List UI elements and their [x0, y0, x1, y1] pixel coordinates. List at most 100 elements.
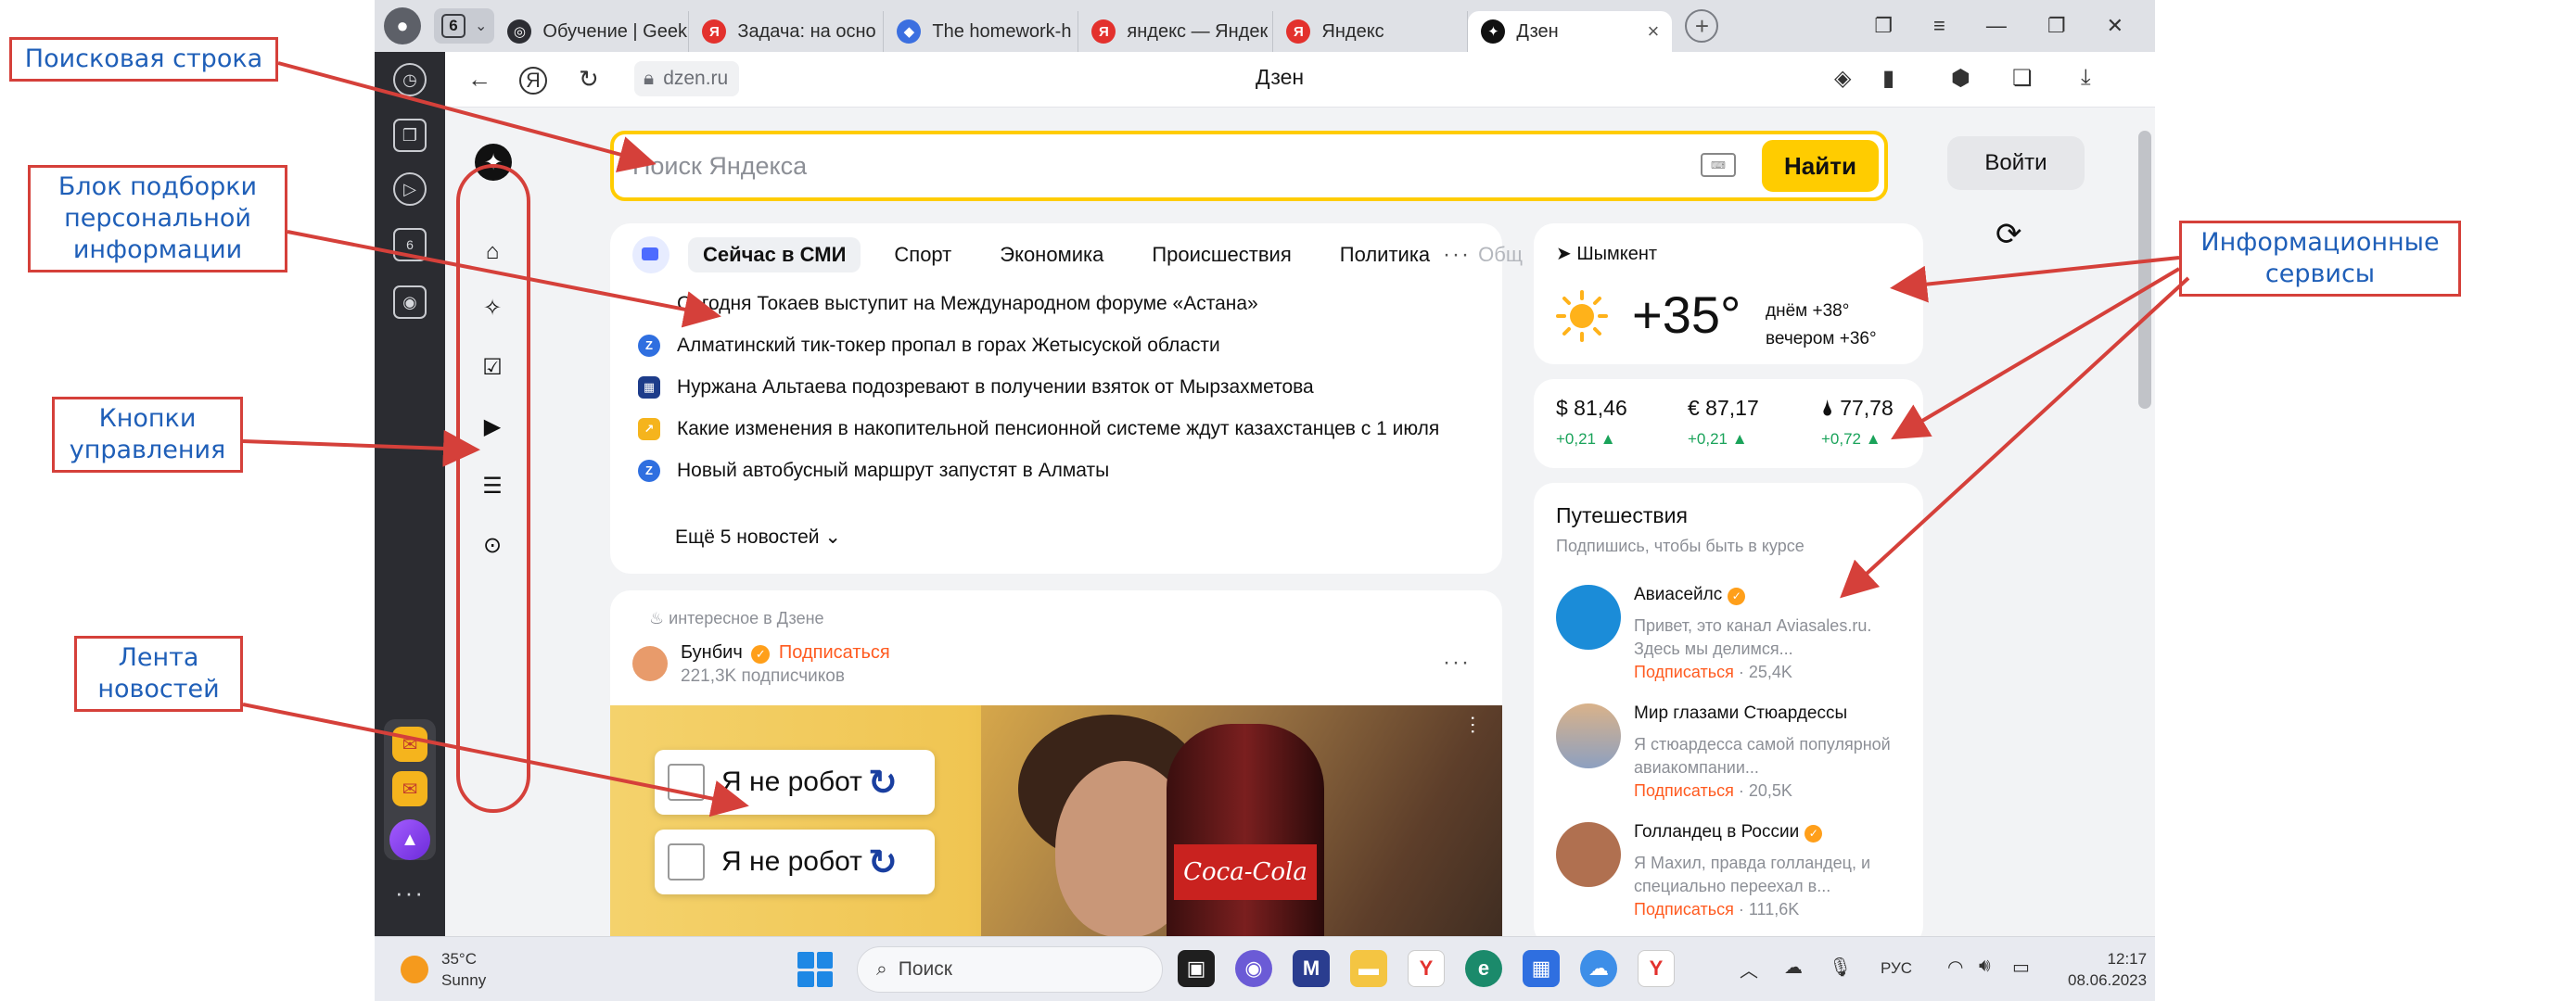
alice-icon[interactable]: ▲: [389, 819, 430, 860]
bookmarks-panel-icon[interactable]: ❐: [1874, 14, 1893, 38]
collections-icon[interactable]: ❏: [2012, 65, 2033, 92]
news-item[interactable]: Сегодня Токаев выступит на Международном…: [638, 290, 1454, 318]
annotation-info-services: Информационные сервисы: [2179, 221, 2461, 297]
news-item[interactable]: ↗ Какие изменения в накопительной пенсио…: [638, 415, 1454, 443]
subscribe-button[interactable]: Подписаться: [1634, 781, 1734, 800]
wifi-icon[interactable]: ◠: [1947, 956, 1963, 979]
tab-news-sport[interactable]: Спорт: [879, 237, 966, 272]
download-icon[interactable]: ⤓: [2081, 65, 2091, 91]
video-icon[interactable]: ▶: [477, 411, 508, 442]
rate-change: +0,21 ▲: [1556, 430, 1616, 448]
taskbar-weather[interactable]: 35°C Sunny: [401, 948, 486, 991]
tab-news-incidents[interactable]: Происшествия: [1137, 237, 1306, 272]
tab-news-society[interactable]: Общ: [1463, 237, 1537, 272]
captcha-text: Я не робот: [721, 767, 862, 797]
weather-widget[interactable]: ➤ Шымкент +35° днём +38° вечером +36°: [1534, 223, 1923, 364]
protect-icon[interactable]: ◈: [1834, 65, 1851, 92]
url-field[interactable]: 🔒︎ dzen.ru: [634, 61, 740, 96]
close-icon[interactable]: ×: [1648, 19, 1660, 44]
news-item[interactable]: Z Алматинский тик-токер пропал в горах Ж…: [638, 332, 1454, 360]
profile-icon[interactable]: ●: [384, 7, 421, 44]
onedrive-icon[interactable]: ☁: [1580, 950, 1617, 987]
news-item[interactable]: Z Новый автобусный маршрут запустят в Ал…: [638, 457, 1454, 485]
file-explorer-icon[interactable]: ▬: [1350, 950, 1387, 987]
language-indicator[interactable]: РУС: [1881, 959, 1912, 978]
news-item[interactable]: ▦ Нуржана Альтаева подозревают в получен…: [638, 374, 1454, 401]
taskbar-search[interactable]: ⌕ Поиск: [857, 946, 1163, 993]
image-more-icon[interactable]: ···: [1461, 715, 1486, 735]
edge-icon[interactable]: e: [1465, 950, 1502, 987]
new-tab-button[interactable]: +: [1685, 9, 1719, 43]
author-name[interactable]: Бунбич: [681, 642, 743, 663]
minimize-icon[interactable]: —: [1986, 14, 2007, 38]
mail-icon[interactable]: ✉: [392, 771, 427, 806]
close-window-icon[interactable]: ✕: [2107, 14, 2123, 38]
app-icon[interactable]: M: [1293, 950, 1330, 987]
tab-news-politics[interactable]: Политика: [1325, 237, 1445, 272]
scrollbar-thumb[interactable]: [2138, 131, 2151, 409]
tab-geekbrains[interactable]: ◎ Обучение | Geek: [494, 11, 690, 52]
channel-card[interactable]: Голландец в России ✓ Я Махил, правда голл…: [1556, 822, 1908, 933]
yandex-browser-icon[interactable]: Y: [1408, 950, 1445, 987]
sparkle-icon[interactable]: ✧: [477, 292, 508, 323]
task-view-icon[interactable]: ▣: [1178, 950, 1215, 987]
tab-task[interactable]: Я Задача: на осно: [689, 11, 885, 52]
articles-icon[interactable]: ☰: [477, 470, 508, 501]
more-icon[interactable]: ···: [1443, 242, 1471, 268]
mail-icon[interactable]: ✉: [392, 727, 427, 762]
clock[interactable]: 12:17 08.06.2023: [2068, 948, 2147, 991]
tab-yandex-search[interactable]: Я яндекс — Яндек: [1078, 11, 1274, 52]
subscribe-button[interactable]: Подписаться: [1634, 663, 1734, 681]
tab-news-economy[interactable]: Экономика: [985, 237, 1118, 272]
screenshot-icon[interactable]: ◉: [393, 285, 427, 319]
yandex-icon[interactable]: Y: [1638, 950, 1675, 987]
restore-icon[interactable]: ❐: [2047, 14, 2066, 38]
shorts-icon[interactable]: ⊙: [477, 529, 508, 561]
subscribe-button[interactable]: Подписаться: [779, 642, 890, 663]
yandex-logo-icon[interactable]: Я: [519, 67, 547, 95]
menu-icon[interactable]: ≡: [1933, 14, 1945, 38]
more-icon[interactable]: ···: [395, 879, 425, 907]
channel-card[interactable]: Авиасейлс ✓ Привет, это канал Aviasales.r…: [1556, 585, 1908, 696]
home-icon[interactable]: ⌂: [477, 236, 508, 268]
back-icon[interactable]: ←: [467, 65, 491, 94]
avatar[interactable]: [632, 646, 668, 681]
subscriptions-icon[interactable]: ☑: [477, 351, 508, 383]
chevron-up-icon[interactable]: ︿: [1740, 956, 1758, 982]
tab-yandex[interactable]: Я Яндекс: [1273, 11, 1469, 52]
battery-icon[interactable]: ▭: [2012, 956, 2030, 979]
rates-widget[interactable]: $ 81,46 +0,21 ▲ € 87,17 +0,21 ▲ 🌢 77,78 …: [1534, 379, 1923, 468]
tab-news-now[interactable]: Сейчас в СМИ: [688, 237, 861, 272]
annotation-line: Кнопки: [98, 404, 197, 433]
reload-icon[interactable]: ↻: [579, 65, 599, 94]
search-input[interactable]: [632, 149, 1652, 183]
annotation-line: Блок подборки: [57, 172, 258, 201]
tab-dzen[interactable]: ✦ Дзен ×: [1468, 11, 1673, 52]
post-image[interactable]: Coca-Cola ··· Я не робот ↻ Я не робот ↻: [610, 705, 1502, 936]
cloud-icon[interactable]: ☁: [1784, 956, 1803, 979]
refresh-feed-icon[interactable]: ⟳: [1996, 216, 2022, 253]
volume-icon[interactable]: 🔊︎: [1979, 956, 1991, 977]
channel-card[interactable]: Мир глазами Стюардессы Я стюардесса само…: [1556, 703, 1908, 815]
history-icon[interactable]: ◷: [393, 63, 427, 96]
bookmark-icon[interactable]: ▮: [1882, 65, 1894, 92]
keyboard-icon[interactable]: ⌨: [1701, 153, 1736, 177]
show-more-news-button[interactable]: Ещё 5 новостей ⌄: [675, 526, 841, 549]
login-button[interactable]: Войти: [1947, 136, 2085, 190]
store-icon[interactable]: ▦: [1523, 950, 1560, 987]
more-icon[interactable]: ···: [1443, 650, 1471, 676]
extensions-icon[interactable]: ⬢: [1951, 65, 1970, 92]
scrollbar[interactable]: [2135, 108, 2155, 936]
chat-icon[interactable]: ◉: [1235, 950, 1272, 987]
tab-homework[interactable]: ◆ The homework-h: [884, 11, 1079, 52]
microphone-icon[interactable]: 🎙︎: [1829, 956, 1852, 979]
video-icon[interactable]: ▷: [393, 172, 427, 206]
tab-count-button[interactable]: 6 ⌄: [434, 8, 495, 44]
browser-sidebar: ◷ ❐ ▷ 6 ◉ ✉ ✉ + ▲ ···: [375, 52, 445, 936]
collections-sidebar-icon[interactable]: ❐: [393, 119, 427, 152]
tabs-count-icon[interactable]: 6: [393, 228, 427, 261]
subscribe-button[interactable]: Подписаться: [1634, 900, 1734, 919]
search-button[interactable]: Найти: [1762, 140, 1879, 192]
start-button[interactable]: [797, 952, 833, 987]
travel-title: Путешествия: [1556, 503, 1688, 527]
